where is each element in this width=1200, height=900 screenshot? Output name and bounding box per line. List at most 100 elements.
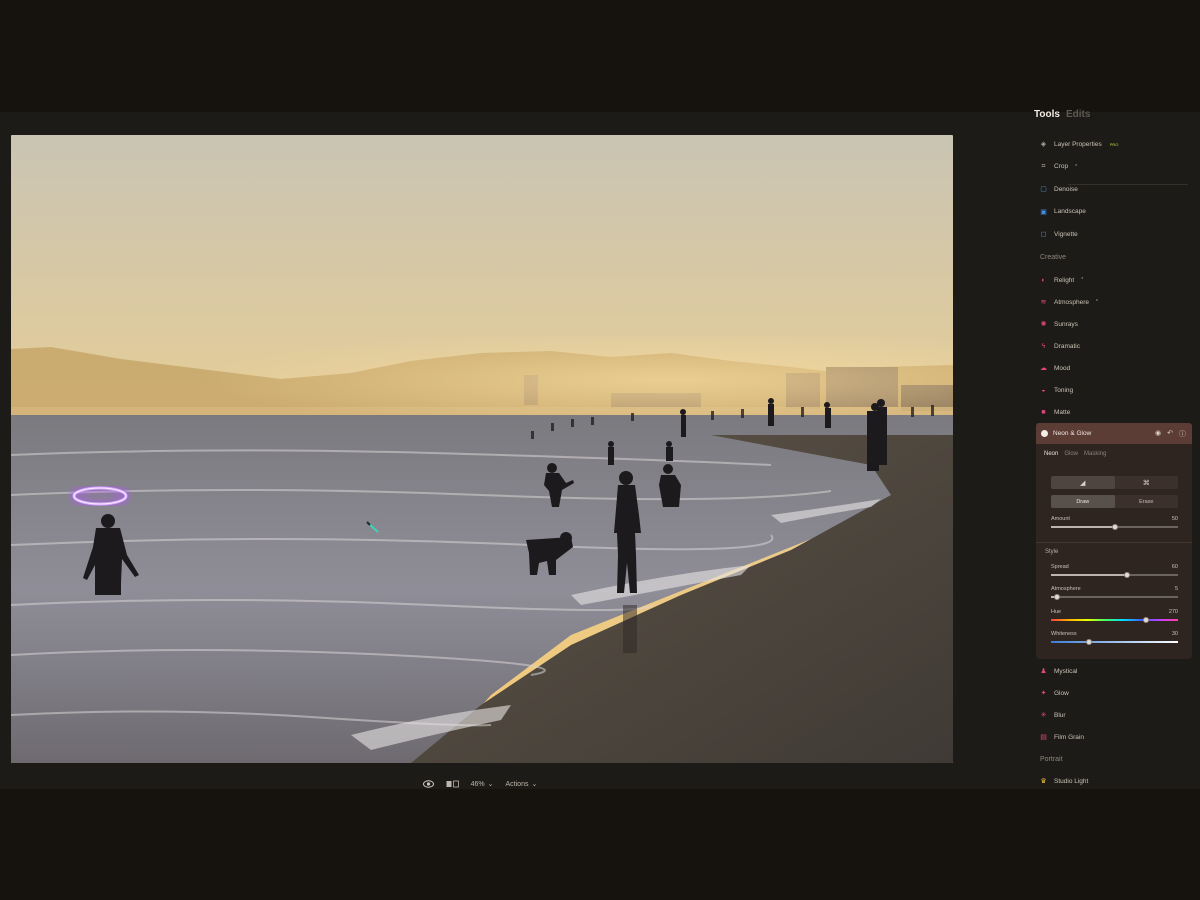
tool-badge: * bbox=[1081, 277, 1084, 283]
zoom-dropdown[interactable]: 46% ⌄ bbox=[470, 780, 494, 789]
tool-badge: PRO bbox=[1109, 141, 1119, 147]
hue-slider[interactable]: Hue 270 bbox=[1051, 609, 1178, 623]
tab-tools[interactable]: Tools bbox=[1034, 109, 1060, 120]
vignette-icon: ◻ bbox=[1040, 231, 1047, 238]
tool-label: Matte bbox=[1054, 408, 1071, 416]
tool-glow[interactable]: ✦ Glow bbox=[1039, 686, 1069, 700]
whiteness-value: 30 bbox=[1171, 631, 1178, 637]
spread-slider[interactable]: Spread 60 bbox=[1051, 564, 1178, 578]
visibility-eye-icon[interactable]: ◉ bbox=[1155, 429, 1161, 439]
photo-canvas[interactable] bbox=[11, 135, 953, 763]
tool-label: Dramatic bbox=[1054, 342, 1081, 350]
tool-label: Crop bbox=[1054, 163, 1069, 170]
hue-value: 270 bbox=[1168, 609, 1178, 615]
reset-undo-icon[interactable]: ↶ bbox=[1167, 429, 1173, 439]
tool-badge: * bbox=[1075, 163, 1078, 170]
film-grain-icon: ▤ bbox=[1040, 734, 1047, 741]
tool-crop[interactable]: ⌗ Crop * bbox=[1039, 160, 1078, 174]
app-window: 46% ⌄ Actions ⌄ Tools Edits ◈ Layer Prope… bbox=[0, 109, 1200, 789]
mood-icon: ☁ bbox=[1040, 365, 1047, 372]
tab-edits[interactable]: Edits bbox=[1066, 109, 1090, 120]
matte-icon: ■ bbox=[1041, 408, 1046, 416]
style-divider bbox=[1036, 542, 1192, 543]
chevron-down-icon: ⌄ bbox=[487, 781, 494, 788]
tool-landscape[interactable]: ▣ Landscape bbox=[1039, 205, 1086, 219]
actions-label: Actions bbox=[505, 780, 529, 788]
atmosphere-value: 5 bbox=[1174, 586, 1178, 592]
relight-icon: ◐ bbox=[1041, 276, 1046, 284]
tool-studio-light[interactable]: ♛ Studio Light bbox=[1039, 774, 1088, 788]
panel-tabs: Tools Edits bbox=[1034, 109, 1090, 120]
info-icon[interactable]: ⓘ bbox=[1179, 429, 1186, 439]
tool-vignette[interactable]: ◻ Vignette bbox=[1039, 227, 1078, 241]
section-creative: Creative bbox=[1040, 254, 1067, 261]
tool-label: Landscape bbox=[1054, 208, 1086, 215]
tool-relight[interactable]: ◐ Relight * bbox=[1039, 273, 1083, 287]
magic-select-icon[interactable]: ⌘ bbox=[1115, 476, 1179, 489]
denoise-icon: ▢ bbox=[1040, 186, 1047, 193]
hue-label: Hue bbox=[1051, 609, 1062, 615]
whiteness-thumb[interactable] bbox=[1086, 638, 1093, 645]
spread-value: 60 bbox=[1171, 564, 1178, 570]
glow-icon: ✦ bbox=[1040, 690, 1047, 697]
tool-dramatic[interactable]: ϟ Dramatic bbox=[1039, 339, 1080, 353]
toning-icon: ◒ bbox=[1041, 386, 1046, 394]
erase-button[interactable]: Erase bbox=[1115, 495, 1179, 508]
brush-type-toggle: ◢ ⌘ bbox=[1051, 476, 1178, 489]
atmosphere-slider[interactable]: Atmosphere 5 bbox=[1051, 586, 1178, 600]
tool-blur[interactable]: ✳ Blur bbox=[1039, 708, 1066, 722]
preview-eye-icon[interactable] bbox=[422, 780, 434, 788]
studio-light-icon: ♛ bbox=[1040, 778, 1047, 785]
tool-label: Glow bbox=[1054, 689, 1069, 697]
neon-subtabs: Neon Glow Masking bbox=[1044, 451, 1106, 457]
tool-label: Toning bbox=[1054, 386, 1074, 394]
atmosphere-thumb[interactable] bbox=[1054, 593, 1061, 600]
chevron-down-icon: ⌄ bbox=[531, 781, 538, 788]
tool-label: Sunrays bbox=[1054, 320, 1078, 328]
amount-thumb[interactable] bbox=[1111, 523, 1118, 530]
tool-label: Vignette bbox=[1054, 230, 1078, 238]
section-portrait: Portrait bbox=[1040, 756, 1063, 763]
draw-button[interactable]: Draw bbox=[1051, 495, 1115, 508]
tool-mood[interactable]: ☁ Mood bbox=[1039, 361, 1070, 375]
hue-thumb[interactable] bbox=[1143, 616, 1150, 623]
panel-divider bbox=[1068, 184, 1188, 185]
crop-icon: ⌗ bbox=[1041, 162, 1046, 170]
spread-thumb[interactable] bbox=[1124, 571, 1131, 578]
tool-denoise[interactable]: ▢ Denoise bbox=[1039, 182, 1078, 196]
style-label: Style bbox=[1045, 549, 1059, 555]
landscape-icon: ▣ bbox=[1040, 208, 1047, 216]
tool-mystical[interactable]: ♟ Mystical bbox=[1039, 664, 1077, 678]
tool-matte[interactable]: ■ Matte bbox=[1039, 405, 1070, 419]
actions-dropdown[interactable]: Actions ⌄ bbox=[505, 780, 538, 789]
subtab-neon[interactable]: Neon bbox=[1044, 451, 1058, 457]
brush-icon[interactable]: ◢ bbox=[1051, 476, 1115, 489]
neon-glow-icon bbox=[1041, 430, 1048, 437]
tool-layer-properties[interactable]: ◈ Layer Properties PRO bbox=[1039, 137, 1119, 151]
compare-split-icon[interactable] bbox=[446, 780, 459, 788]
tool-atmosphere[interactable]: ≋ Atmosphere * bbox=[1039, 295, 1098, 309]
subtab-glow[interactable]: Glow bbox=[1064, 451, 1078, 457]
neon-glow-panel: Neon & Glow ◉ ↶ ⓘ Neon Glow Masking ◢ ⌘ … bbox=[1036, 423, 1192, 659]
whiteness-slider[interactable]: Whiteness 30 bbox=[1051, 631, 1178, 645]
amount-value: 50 bbox=[1171, 516, 1178, 522]
amount-label: Amount bbox=[1051, 516, 1070, 522]
tool-badge: * bbox=[1096, 299, 1098, 305]
bottom-letterbox bbox=[0, 789, 1200, 900]
spread-label: Spread bbox=[1051, 564, 1069, 570]
whiteness-label: Whiteness bbox=[1051, 631, 1077, 637]
zoom-value: 46% bbox=[470, 780, 485, 788]
tool-label: Studio Light bbox=[1054, 777, 1089, 785]
subtab-masking[interactable]: Masking bbox=[1084, 451, 1106, 457]
tool-label: Blur bbox=[1054, 711, 1066, 719]
mystical-icon: ♟ bbox=[1040, 668, 1047, 675]
tool-toning[interactable]: ◒ Toning bbox=[1039, 383, 1073, 397]
tool-sunrays[interactable]: ✺ Sunrays bbox=[1039, 317, 1078, 331]
tool-label: Denoise bbox=[1054, 185, 1078, 193]
layers-icon: ◈ bbox=[1040, 141, 1047, 148]
neon-glow-header[interactable]: Neon & Glow ◉ ↶ ⓘ bbox=[1036, 423, 1192, 444]
tool-film-grain[interactable]: ▤ Film Grain bbox=[1039, 730, 1084, 744]
draw-erase-toggle: Draw Erase bbox=[1051, 495, 1178, 508]
amount-slider[interactable]: Amount 50 bbox=[1051, 516, 1178, 530]
atmosphere-label: Atmosphere bbox=[1051, 586, 1081, 592]
